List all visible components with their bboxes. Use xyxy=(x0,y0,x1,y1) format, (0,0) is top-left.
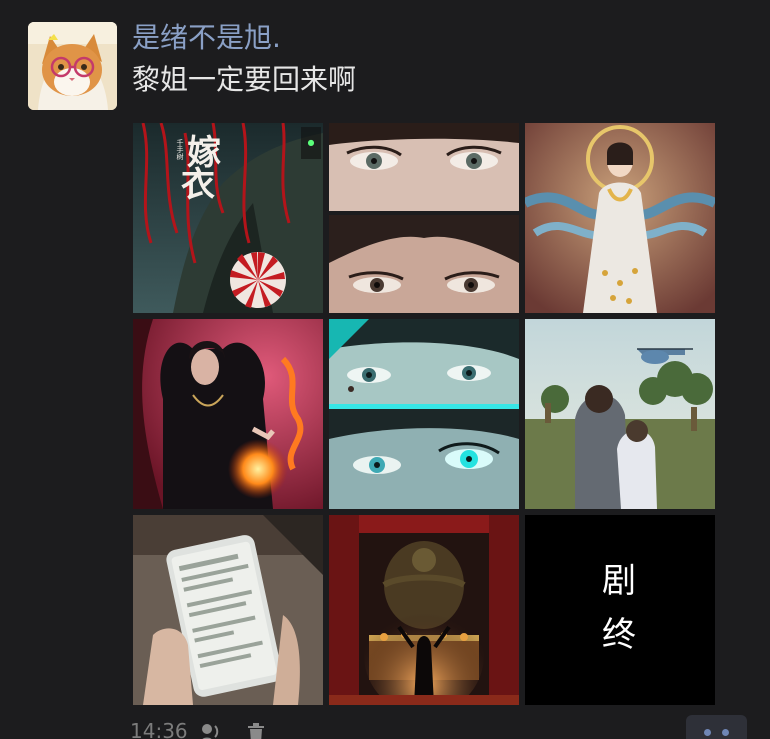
grid-image-8[interactable] xyxy=(329,515,519,705)
poster-red-tree-icon: ● xyxy=(133,123,323,313)
grid-image-5[interactable] xyxy=(329,319,519,509)
poster-title-bottom: 衣 xyxy=(181,165,215,205)
grid-image-1[interactable]: ● 嫁 衣 千手树 xyxy=(133,123,323,313)
grid-image-4[interactable] xyxy=(133,319,323,509)
grid-image-2[interactable] xyxy=(329,123,519,313)
more-dot-icon xyxy=(722,729,729,736)
more-dot-icon xyxy=(704,729,711,736)
poster-subtitle: 千手树 xyxy=(176,139,184,160)
svg-text:●: ● xyxy=(308,138,315,147)
grid-image-9[interactable]: 剧 终 xyxy=(525,515,715,705)
user-avatar[interactable] xyxy=(28,22,117,110)
grid-image-3[interactable] xyxy=(525,123,715,313)
eyes-closeup-icon xyxy=(329,123,519,313)
woman-fire-icon xyxy=(133,319,323,509)
shrine-altar-icon xyxy=(329,515,519,705)
post-time: 14:36 xyxy=(130,719,188,739)
moment-post: 是绪不是旭. 黎姐一定要回来啊 ● 嫁 衣 千手树 剧 终 14:36 xyxy=(0,0,770,739)
eyes-cyan-icon xyxy=(329,319,519,509)
goddess-figure-icon xyxy=(525,123,715,313)
grid-image-6[interactable] xyxy=(525,319,715,509)
voice-icon[interactable] xyxy=(198,722,220,739)
grid-image-7[interactable] xyxy=(133,515,323,705)
helicopter-scene-icon xyxy=(525,319,715,509)
post-text: 黎姐一定要回来啊 xyxy=(132,63,357,96)
end-card-char-2: 终 xyxy=(602,615,636,655)
more-button[interactable] xyxy=(686,715,747,739)
phone-in-hand-icon xyxy=(133,515,323,705)
cat-avatar-icon xyxy=(28,22,117,110)
image-grid: ● 嫁 衣 千手树 剧 终 xyxy=(133,123,715,705)
delete-icon[interactable] xyxy=(245,722,267,739)
end-card-char-1: 剧 xyxy=(602,561,636,601)
username[interactable]: 是绪不是旭. xyxy=(132,18,281,58)
